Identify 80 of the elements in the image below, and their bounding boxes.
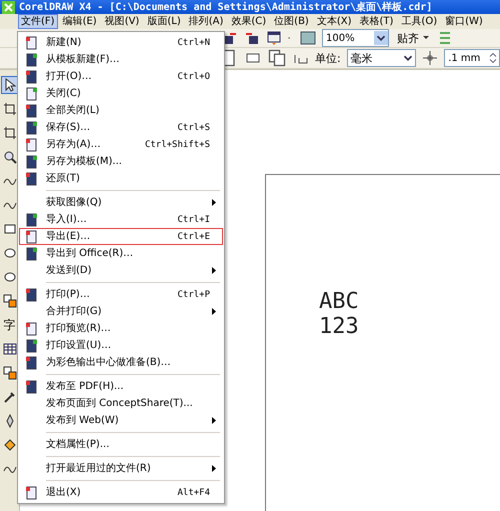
menu-title[interactable]: 视图(V) <box>102 14 142 29</box>
document-icon <box>25 338 39 352</box>
document-icon <box>25 154 39 168</box>
document-icon <box>25 380 39 394</box>
tool-icon[interactable] <box>0 76 18 94</box>
menu-item[interactable]: 发布页面到 ConceptShare(T)... <box>19 395 223 412</box>
menu-item[interactable]: 获取图像(Q) <box>19 194 223 211</box>
menu-item[interactable]: 打印(P)… Ctrl+P <box>19 286 223 303</box>
menu-item[interactable]: 导入(I)… Ctrl+I <box>19 211 223 228</box>
picture-icon[interactable] <box>300 30 316 46</box>
menu-item[interactable]: 新建(N) Ctrl+N <box>19 34 223 51</box>
document-icon <box>25 230 39 244</box>
menu-item[interactable]: 关闭(C) <box>19 85 223 102</box>
menu-item[interactable]: 保存(S)… Ctrl+S <box>19 119 223 136</box>
menu-item[interactable]: 退出(X) Alt+F4 <box>19 484 223 501</box>
document-icon <box>25 52 39 66</box>
submenu-arrow-icon <box>212 417 216 424</box>
document-icon <box>25 246 39 260</box>
snap-to-button[interactable]: 贴齐 <box>395 30 431 46</box>
document-icon <box>25 172 39 186</box>
caret-icon <box>423 36 429 40</box>
menu-item[interactable]: 还原(T) <box>19 170 223 187</box>
menu-title[interactable]: 编辑(E) <box>60 14 100 29</box>
menu-title[interactable]: 文本(X) <box>314 14 354 29</box>
menu-title[interactable]: 表格(T) <box>356 14 396 29</box>
menu-item[interactable]: 为彩色输出中心做准备(B)… <box>19 354 223 371</box>
tool-icon[interactable] <box>0 364 18 382</box>
document-icon <box>25 356 39 370</box>
menu-item[interactable]: 打开最近用过的文件(R) <box>19 460 223 477</box>
all-pages-icon[interactable] <box>267 48 287 68</box>
menu-item[interactable]: 打开(O)… Ctrl+O <box>19 68 223 85</box>
document-icon <box>25 212 39 226</box>
document-icon <box>25 86 39 100</box>
document-icon <box>25 486 39 500</box>
menu-item[interactable]: 发布至 PDF(H)... <box>19 378 223 395</box>
menu-item[interactable]: 从模板新建(F)… <box>19 51 223 68</box>
menu-title[interactable]: 位图(B) <box>271 14 312 29</box>
menu-title[interactable]: 效果(C) <box>228 14 270 29</box>
menu-title[interactable]: 文件(F) <box>18 14 58 29</box>
document-icon <box>25 322 39 336</box>
export-icon[interactable] <box>244 30 260 46</box>
document-icon <box>25 70 39 84</box>
submenu-arrow-icon <box>212 465 216 472</box>
zoom-level-combo[interactable]: 100% <box>322 29 389 47</box>
document-icon <box>25 288 39 302</box>
menu-item[interactable]: 打印设置(U)… <box>19 337 223 354</box>
import-icon[interactable] <box>222 30 238 46</box>
app-icon <box>2 0 15 14</box>
artwork-text: ABC <box>319 289 360 314</box>
submenu-arrow-icon <box>212 308 216 315</box>
menu-item[interactable]: 导出(E)… Ctrl+E <box>19 228 223 245</box>
menu-item[interactable]: 全部关闭(L) <box>19 102 223 119</box>
menu-title[interactable]: 版面(L) <box>144 14 184 29</box>
nudge-distance-field[interactable]: .1 mm <box>444 49 500 67</box>
menu-item[interactable]: 合并打印(G) <box>19 303 223 320</box>
menu-item[interactable]: 发送到(D) <box>19 262 223 279</box>
tool-icon[interactable] <box>0 292 18 310</box>
window-title: CorelDRAW X4 - [C:\Documents and Settings\Administrator\桌面\样板.cdr] <box>19 0 432 14</box>
menu-title[interactable]: 排列(A) <box>186 14 226 29</box>
nudge-icon <box>422 50 438 66</box>
menu-item[interactable]: 另存为(A)… Ctrl+Shift+S <box>19 136 223 153</box>
unit-select[interactable]: 毫米 <box>346 49 416 67</box>
menu-title[interactable]: 工具(O) <box>398 14 440 29</box>
menu-item[interactable]: 导出到 Office(R)… <box>19 245 223 262</box>
menu-item[interactable]: 另存为模板(M)... <box>19 153 223 170</box>
artwork-text: 123 <box>319 314 360 339</box>
unit-label: 单位: <box>315 50 341 66</box>
menu-item[interactable]: 发布到 Web(W) <box>19 412 223 429</box>
text-tool[interactable]: 字 <box>0 316 18 334</box>
document-icon <box>25 138 39 152</box>
menu-item[interactable]: 文档属性(P)... <box>19 436 223 453</box>
document-icon <box>25 36 39 50</box>
menu-title[interactable]: 窗口(W) <box>442 14 486 29</box>
submenu-arrow-icon <box>212 199 216 206</box>
options-icon[interactable] <box>437 30 453 46</box>
document-icon <box>25 120 39 134</box>
submenu-arrow-icon <box>212 267 216 274</box>
document-icon <box>25 104 39 118</box>
menu-item[interactable]: 打印预览(R)… <box>19 320 223 337</box>
spinner-arrows-icon[interactable] <box>487 51 499 65</box>
